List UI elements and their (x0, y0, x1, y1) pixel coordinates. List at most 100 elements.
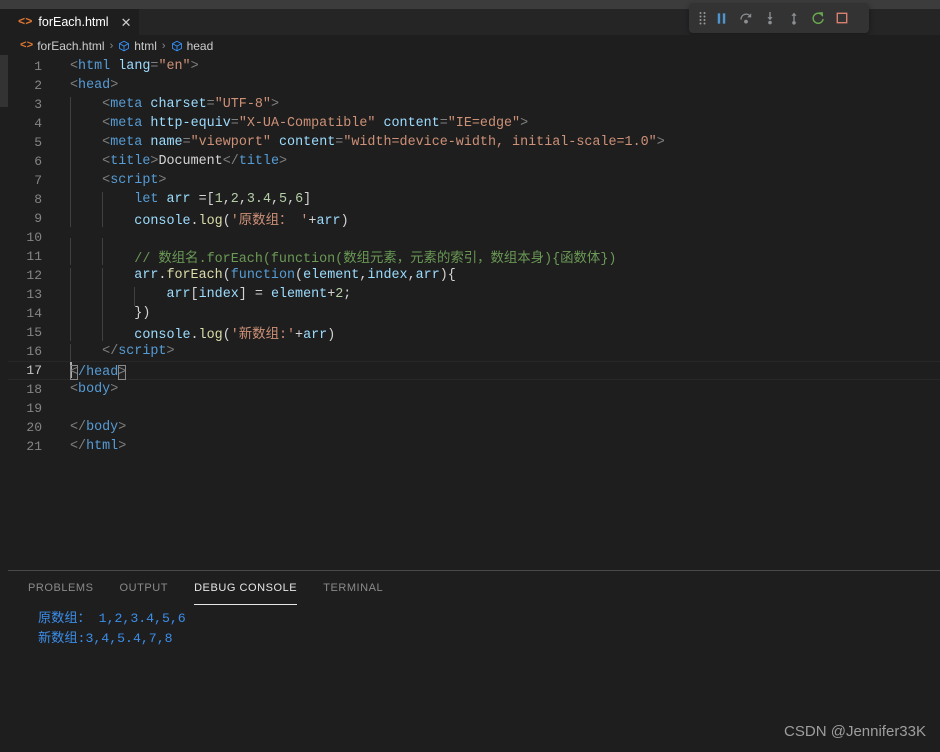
code-line[interactable]: 19 (8, 399, 940, 418)
token: Document (158, 154, 223, 169)
breadcrumb-separator: › (161, 40, 166, 52)
token: "en" (158, 59, 191, 74)
line-number: 15 (26, 325, 42, 340)
debug-toolbar[interactable] (689, 3, 869, 33)
token: > (110, 382, 119, 397)
tab-terminal[interactable]: TERMINAL (323, 571, 383, 605)
token: ] (238, 287, 247, 302)
line-content: // 数组名.forEach(function(数组元素，元素的索引，数组本身)… (56, 246, 616, 267)
activity-bar[interactable] (0, 0, 8, 752)
breadcrumb-item-head[interactable]: head (171, 39, 213, 53)
stop-button[interactable] (830, 6, 853, 30)
token: 2 (230, 192, 239, 207)
code-line[interactable]: 3 <meta charset="UTF-8"> (8, 95, 940, 116)
token: arr (316, 214, 341, 229)
code-line[interactable]: 11 // 数组名.forEach(function(数组元素，元素的索引，数组… (8, 246, 940, 267)
code-line[interactable]: 4 <meta http-equiv="X-UA-Compatible" con… (8, 114, 940, 135)
line-content: </head> (56, 361, 127, 380)
console-line: 原数组： 1,2,3.4,5,6 (38, 611, 186, 626)
token: script (118, 344, 167, 359)
code-line[interactable]: 7 <script> (8, 171, 940, 192)
code-line[interactable]: 15 console.log('新数组:'+arr) (8, 322, 940, 343)
code-line[interactable]: 21 </html> (8, 437, 940, 456)
line-number: 14 (26, 306, 42, 321)
close-icon[interactable]: ✕ (121, 16, 132, 29)
token: + (295, 328, 304, 343)
breadcrumb-label: html (134, 39, 157, 53)
token: ( (222, 328, 231, 343)
breadcrumb-item-html[interactable]: html (118, 39, 157, 53)
token: "X-UA-Compatible" (238, 116, 376, 131)
step-into-button[interactable] (758, 6, 781, 30)
token: > (279, 154, 288, 169)
token: 1 (214, 192, 223, 207)
token: log (198, 328, 223, 343)
activity-bar-active-indicator (0, 55, 8, 107)
token: script (110, 173, 159, 188)
line-content: <html lang="en"> (56, 59, 199, 74)
code-line[interactable]: 14 }) (8, 304, 940, 325)
breadcrumb-label: forEach.html (37, 39, 105, 53)
code-line[interactable]: 8 let arr =[1,2,3.4,5,6] (8, 190, 940, 211)
token: console (134, 214, 191, 229)
line-content: arr[index] = element+2; (56, 287, 352, 306)
token: meta (110, 116, 143, 131)
line-content: <title>Document</title> (56, 154, 288, 173)
token: ) (340, 214, 349, 229)
tab-problems[interactable]: PROBLEMS (28, 571, 94, 605)
token: ] (303, 192, 312, 207)
step-over-button[interactable] (734, 6, 757, 30)
restart-button[interactable] (806, 6, 829, 30)
code-line[interactable]: 13 arr[index] = element+2; (8, 285, 940, 306)
code-line[interactable]: 12 arr.forEach(function(element,index,ar… (8, 266, 940, 287)
token: ( (222, 214, 231, 229)
line-number: 19 (26, 401, 42, 416)
line-number: 9 (34, 211, 42, 226)
code-line[interactable]: 9 console.log('原数组： '+arr) (8, 208, 940, 229)
code-line[interactable]: 10 (8, 228, 940, 257)
token: = (246, 287, 271, 302)
code-line[interactable]: 6 <title>Document</title> (8, 152, 940, 173)
pause-button[interactable] (710, 6, 733, 30)
line-content: </script> (56, 344, 175, 363)
editor-tab-foreach-html[interactable]: <> forEach.html ✕ (8, 9, 141, 35)
token: "viewport" (190, 135, 271, 150)
token: [ (206, 192, 215, 207)
token: > (190, 59, 199, 74)
tab-output[interactable]: OUTPUT (120, 571, 169, 605)
token: , (238, 192, 247, 207)
line-number: 3 (34, 97, 42, 112)
line-content: }) (56, 306, 150, 325)
token: arr (166, 192, 191, 207)
code-line[interactable]: 1 <html lang="en"> (8, 57, 940, 76)
token: > (656, 135, 665, 150)
line-number: 7 (34, 173, 42, 188)
line-number: 8 (34, 192, 42, 207)
drag-handle-icon[interactable] (695, 6, 709, 30)
code-line[interactable]: 16 </script> (8, 342, 940, 363)
token: html (86, 439, 119, 454)
code-line[interactable]: 18 <body> (8, 380, 940, 399)
watermark: CSDN @Jennifer33K (784, 723, 926, 740)
code-editor[interactable]: 1 <html lang="en"> 2 <head> 3 <meta char… (8, 57, 940, 562)
code-line[interactable]: 2 <head> (8, 76, 940, 95)
line-number: 10 (26, 230, 42, 245)
token: , (270, 192, 280, 207)
line-content: arr.forEach(function(element,index,arr){ (56, 268, 456, 287)
token: "width=device-width, initial-scale=1.0" (343, 135, 657, 150)
code-line-current[interactable]: 17 </head> (8, 361, 940, 380)
debug-console-output[interactable]: 原数组： 1,2,3.4,5,6 新数组:3,4,5.4,7,8 (8, 605, 940, 649)
token: ; (343, 287, 352, 302)
token: , (222, 192, 231, 207)
token: element (270, 287, 328, 302)
breadcrumb-item-file[interactable]: <> forEach.html (20, 39, 105, 53)
code-line[interactable]: 5 <meta name="viewport" content="width=d… (8, 133, 940, 154)
token: title (238, 154, 279, 169)
tab-debug-console[interactable]: DEBUG CONSOLE (194, 571, 298, 605)
step-out-button[interactable] (782, 6, 805, 30)
token: ( (222, 268, 231, 283)
code-line[interactable]: 20 </body> (8, 418, 940, 437)
line-number: 21 (26, 439, 42, 454)
token: ) (439, 268, 448, 283)
token: arr (134, 268, 159, 283)
